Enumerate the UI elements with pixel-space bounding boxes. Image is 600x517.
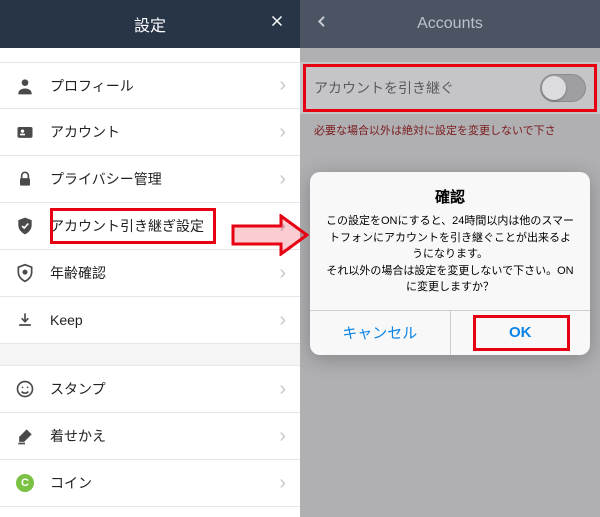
item-label: 年齢確認 bbox=[50, 263, 279, 283]
account-transfer-toggle-row[interactable]: アカウントを引き継ぐ bbox=[300, 62, 600, 114]
list-item-keep[interactable]: Keep › bbox=[0, 297, 300, 344]
item-label: スタンプ bbox=[50, 379, 279, 399]
smiley-icon bbox=[14, 378, 36, 400]
ok-button[interactable]: OK bbox=[451, 311, 591, 355]
dialog-title: 確認 bbox=[310, 172, 590, 213]
chevron-right-icon: › bbox=[279, 168, 286, 191]
settings-title: 設定 bbox=[134, 12, 166, 36]
brush-icon bbox=[14, 425, 36, 447]
list-item-age[interactable]: 年齢確認 › bbox=[0, 250, 300, 297]
list-item-stamps[interactable]: スタンプ › bbox=[0, 366, 300, 413]
lock-icon bbox=[14, 168, 36, 190]
settings-header: 設定 bbox=[0, 0, 300, 48]
list-item-account-transfer[interactable]: アカウント引き継ぎ設定 › bbox=[0, 203, 300, 250]
chevron-right-icon: › bbox=[279, 262, 286, 285]
section-divider bbox=[0, 344, 300, 366]
accounts-content: アカウントを引き継ぐ 必要な場合以外は絶対に設定を変更しないで下さ bbox=[300, 48, 600, 149]
chevron-right-icon: › bbox=[279, 378, 286, 401]
chevron-right-icon: › bbox=[279, 472, 286, 495]
accounts-title: Accounts bbox=[417, 15, 483, 33]
list-item-privacy[interactable]: プライバシー管理 › bbox=[0, 156, 300, 203]
chevron-right-icon: › bbox=[279, 74, 286, 97]
chevron-right-icon: › bbox=[279, 309, 286, 332]
warning-text: 必要な場合以外は絶対に設定を変更しないで下さ bbox=[300, 114, 600, 149]
chevron-right-icon: › bbox=[279, 215, 286, 238]
list-item-account[interactable]: アカウント › bbox=[0, 109, 300, 156]
dialog-buttons: キャンセル OK bbox=[310, 310, 590, 355]
item-label: プライバシー管理 bbox=[50, 169, 279, 189]
chevron-right-icon: › bbox=[279, 425, 286, 448]
accounts-panel: Accounts アカウントを引き継ぐ 必要な場合以外は絶対に設定を変更しないで… bbox=[300, 0, 600, 517]
item-label: コイン bbox=[50, 473, 279, 493]
close-icon[interactable] bbox=[268, 12, 286, 36]
settings-list: プロフィール › アカウント › プライバシー管理 › アカウント引き継ぎ設定 … bbox=[0, 62, 300, 507]
chevron-right-icon: › bbox=[279, 121, 286, 144]
item-label: Keep bbox=[50, 312, 279, 328]
ok-button-label: OK bbox=[509, 324, 532, 341]
list-item-coin[interactable]: C コイン › bbox=[0, 460, 300, 507]
shield-check-icon bbox=[14, 215, 36, 237]
coin-icon: C bbox=[14, 472, 36, 494]
item-label: プロフィール bbox=[50, 76, 279, 96]
download-icon bbox=[14, 309, 36, 331]
accounts-header: Accounts bbox=[300, 0, 600, 48]
item-label: アカウント引き継ぎ設定 bbox=[50, 216, 279, 236]
back-icon[interactable] bbox=[314, 13, 330, 36]
toggle-label: アカウントを引き継ぐ bbox=[314, 78, 540, 98]
item-label: アカウント bbox=[50, 122, 279, 142]
confirm-dialog: 確認 この設定をONにすると、24時間以内は他のスマートフォンにアカウントを引き… bbox=[310, 172, 590, 355]
list-item-themes[interactable]: 着せかえ › bbox=[0, 413, 300, 460]
item-label: 着せかえ bbox=[50, 426, 279, 446]
toggle-switch[interactable] bbox=[540, 74, 586, 102]
person-icon bbox=[14, 75, 36, 97]
list-item-profile[interactable]: プロフィール › bbox=[0, 62, 300, 109]
settings-panel: 設定 プロフィール › アカウント › プライバシー管理 › bbox=[0, 0, 300, 517]
id-card-icon bbox=[14, 121, 36, 143]
shield-badge-icon bbox=[14, 262, 36, 284]
cancel-button[interactable]: キャンセル bbox=[310, 311, 451, 355]
toggle-knob bbox=[542, 76, 566, 100]
dialog-body: この設定をONにすると、24時間以内は他のスマートフォンにアカウントを引き継ぐこ… bbox=[310, 213, 590, 310]
